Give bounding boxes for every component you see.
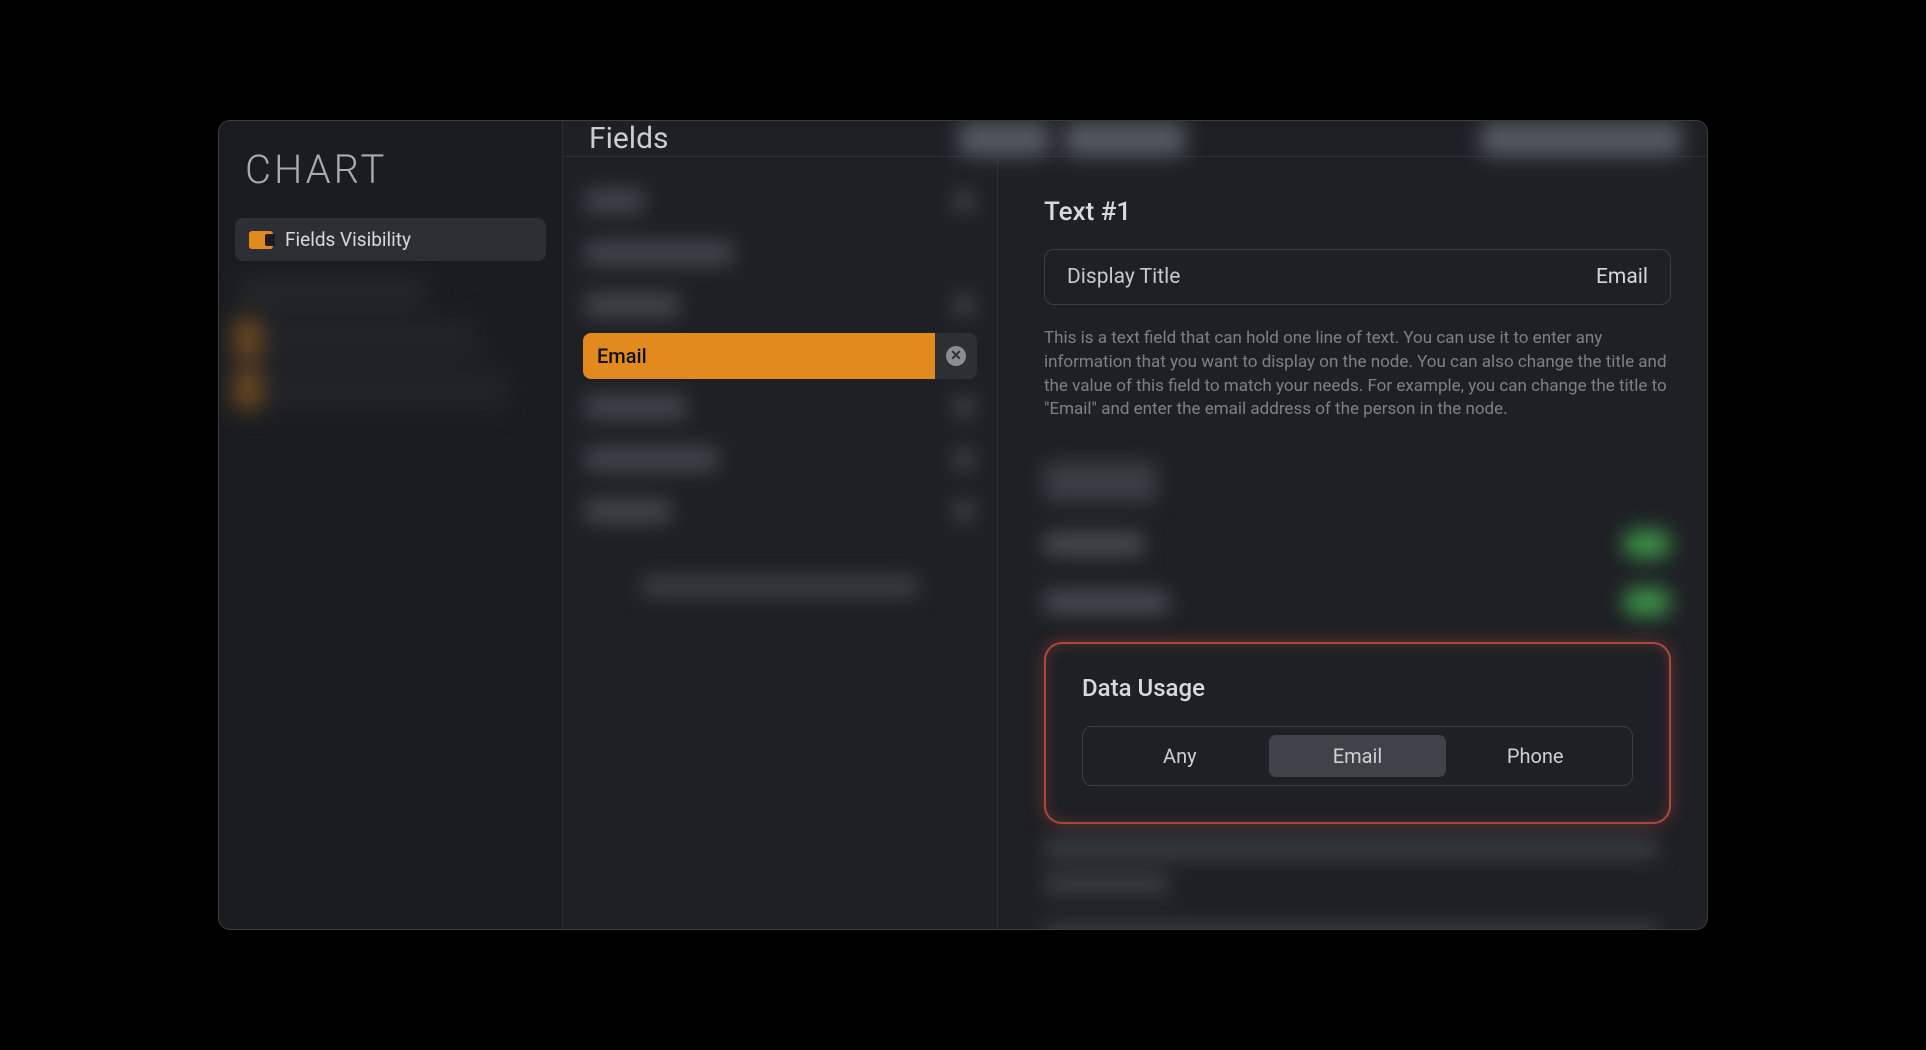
sidebar-blurred-content (235, 279, 546, 409)
display-title-field[interactable]: Display Title Email (1044, 249, 1671, 305)
segment-any[interactable]: Any (1091, 735, 1269, 777)
field-remove-button[interactable]: ✕ (935, 333, 977, 379)
page-title: Fields (589, 121, 668, 156)
fields-icon (249, 231, 273, 249)
segment-email[interactable]: Email (1269, 735, 1447, 777)
field-list: Email ✕ (563, 157, 998, 930)
topbar: Fields (563, 121, 1707, 157)
app-title: CHART (235, 141, 546, 218)
content-area: Email ✕ (563, 157, 1707, 930)
sidebar-item-fields-visibility[interactable]: Fields Visibility (235, 218, 546, 261)
topbar-blurred-controls (668, 122, 1681, 156)
display-title-label: Display Title (1067, 265, 1180, 289)
detail-heading: Text #1 (1044, 197, 1671, 227)
blurred-bottom-content (1044, 838, 1671, 930)
field-row-blurred (583, 177, 977, 225)
field-row-blurred (583, 281, 977, 329)
data-usage-title: Data Usage (1082, 674, 1633, 702)
field-list-footer-blurred (583, 575, 977, 597)
data-usage-segmented-control[interactable]: Any Email Phone (1082, 726, 1633, 786)
data-usage-section: Data Usage Any Email Phone (1044, 642, 1671, 824)
display-title-value: Email (1596, 265, 1648, 289)
segment-phone[interactable]: Phone (1446, 735, 1624, 777)
app-window: CHART Fields Visibility Fields (218, 120, 1708, 930)
field-row-blurred (583, 383, 977, 431)
field-row-blurred (583, 487, 977, 535)
sidebar-item-label: Fields Visibility (285, 228, 411, 251)
close-icon: ✕ (946, 346, 966, 366)
detail-panel: Text #1 Display Title Email This is a te… (998, 157, 1707, 930)
field-description: This is a text field that can hold one l… (1044, 327, 1671, 422)
field-row-blurred (583, 229, 977, 277)
field-label: Email (597, 344, 647, 368)
field-row-blurred (583, 435, 977, 483)
field-row-email[interactable]: Email ✕ (583, 333, 977, 379)
sidebar: CHART Fields Visibility (219, 121, 563, 929)
main-panel: Fields Email (563, 121, 1707, 929)
blurred-settings (1044, 462, 1671, 620)
